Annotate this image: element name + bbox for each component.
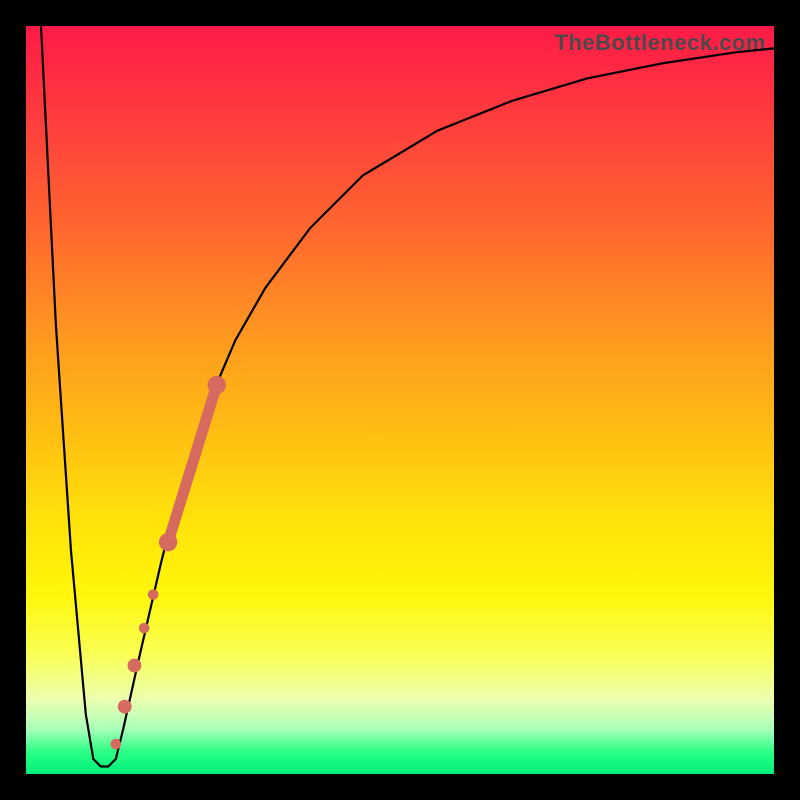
marker-dot_c xyxy=(128,659,142,673)
chart-frame: TheBottleneck.com xyxy=(0,0,800,800)
marker-dot_b xyxy=(139,623,150,634)
marker-band xyxy=(168,385,217,542)
marker-dot_d xyxy=(118,700,132,714)
marker-band_bottom xyxy=(159,533,177,551)
marker-dot_e xyxy=(110,739,121,750)
marker-band_top xyxy=(208,376,226,394)
marker-dot_a xyxy=(148,589,159,600)
plot-area: TheBottleneck.com xyxy=(26,26,774,774)
marker-group xyxy=(110,376,225,750)
curve-layer xyxy=(26,26,774,774)
bottleneck-curve xyxy=(41,26,774,767)
